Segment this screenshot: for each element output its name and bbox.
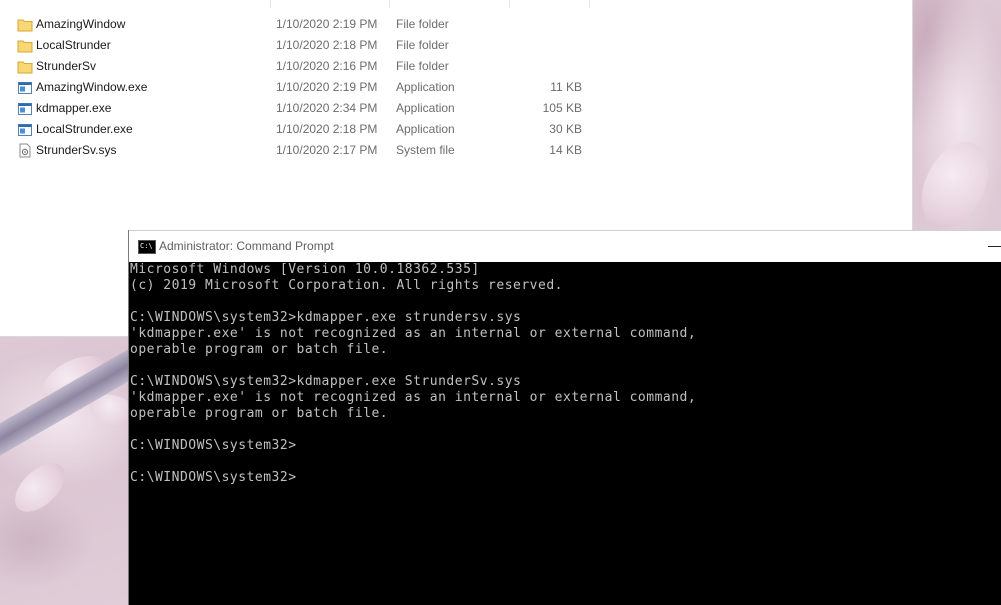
file-date-modified: 1/10/2020 2:18 PM	[276, 38, 378, 52]
console-line: 'kdmapper.exe' is not recognized as an i…	[130, 390, 697, 405]
file-row[interactable]: AmazingWindow.exe 1/10/2020 2:19 PM Appl…	[12, 77, 592, 98]
file-type: Application	[396, 80, 455, 94]
application-icon	[17, 101, 33, 116]
file-type: File folder	[396, 17, 449, 31]
command-prompt-window[interactable]: C:\ Administrator: Command Prompt — Micr…	[128, 230, 1001, 605]
file-name: StrunderSv.sys	[36, 143, 117, 157]
file-type: Application	[396, 122, 455, 136]
console-output[interactable]: Microsoft Windows [Version 10.0.18362.53…	[130, 262, 1000, 605]
file-date-modified: 1/10/2020 2:34 PM	[276, 101, 378, 115]
folder-icon	[17, 38, 33, 53]
file-type: File folder	[396, 38, 449, 52]
wallpaper-petal	[914, 133, 996, 237]
file-name: StrunderSv	[36, 59, 97, 73]
console-line: C:\WINDOWS\system32>kdmapper.exe Strunde…	[130, 374, 522, 389]
file-row[interactable]: AmazingWindow 1/10/2020 2:19 PM File fol…	[12, 14, 592, 35]
file-date-modified: 1/10/2020 2:18 PM	[276, 122, 378, 136]
file-row[interactable]: StrunderSv 1/10/2020 2:16 PM File folder	[12, 56, 592, 77]
file-type: Application	[396, 101, 455, 115]
column-divider[interactable]	[389, 0, 390, 8]
file-row[interactable]: kdmapper.exe 1/10/2020 2:34 PM Applicati…	[12, 98, 592, 119]
file-type: System file	[396, 143, 455, 157]
file-date-modified: 1/10/2020 2:19 PM	[276, 17, 378, 31]
window-title: Administrator: Command Prompt	[159, 239, 334, 253]
console-line: C:\WINDOWS\system32>	[130, 470, 297, 485]
folder-icon	[17, 59, 33, 74]
file-row[interactable]: LocalStrunder.exe 1/10/2020 2:18 PM Appl…	[12, 119, 592, 140]
file-name: LocalStrunder.exe	[36, 122, 133, 136]
console-line: (c) 2019 Microsoft Corporation. All righ…	[130, 278, 563, 293]
column-divider[interactable]	[270, 0, 271, 8]
column-divider[interactable]	[509, 0, 510, 8]
file-size: 105 KB	[542, 101, 582, 115]
application-icon	[17, 122, 33, 137]
file-date-modified: 1/10/2020 2:16 PM	[276, 59, 378, 73]
console-line: operable program or batch file.	[130, 406, 389, 421]
console-line: C:\WINDOWS\system32>kdmapper.exe strunde…	[130, 310, 522, 325]
console-line: Microsoft Windows [Version 10.0.18362.53…	[130, 262, 480, 277]
console-line: 'kdmapper.exe' is not recognized as an i…	[130, 326, 697, 341]
console-line: operable program or batch file.	[130, 342, 389, 357]
column-divider[interactable]	[589, 0, 590, 8]
application-icon	[17, 80, 33, 95]
minimize-button[interactable]: —	[987, 237, 1001, 255]
file-size: 30 KB	[549, 122, 582, 136]
file-name: kdmapper.exe	[36, 101, 112, 115]
file-date-modified: 1/10/2020 2:19 PM	[276, 80, 378, 94]
command-prompt-icon[interactable]: C:\	[138, 240, 156, 254]
file-name: LocalStrunder	[36, 38, 111, 52]
folder-icon	[17, 17, 33, 32]
wallpaper-petal	[5, 455, 75, 520]
file-name: AmazingWindow	[36, 17, 126, 31]
system-file-icon	[17, 143, 33, 158]
file-row[interactable]: StrunderSv.sys 1/10/2020 2:17 PM System …	[12, 140, 592, 161]
file-name: AmazingWindow.exe	[36, 80, 148, 94]
title-bar[interactable]: C:\ Administrator: Command Prompt —	[129, 230, 1001, 262]
file-type: File folder	[396, 59, 449, 73]
file-size: 11 KB	[550, 80, 582, 94]
file-date-modified: 1/10/2020 2:17 PM	[276, 143, 378, 157]
console-line: C:\WINDOWS\system32>	[130, 438, 297, 453]
file-size: 14 KB	[549, 143, 582, 157]
command-prompt-icon-label: C:\	[140, 242, 153, 250]
file-row[interactable]: LocalStrunder 1/10/2020 2:18 PM File fol…	[12, 35, 592, 56]
